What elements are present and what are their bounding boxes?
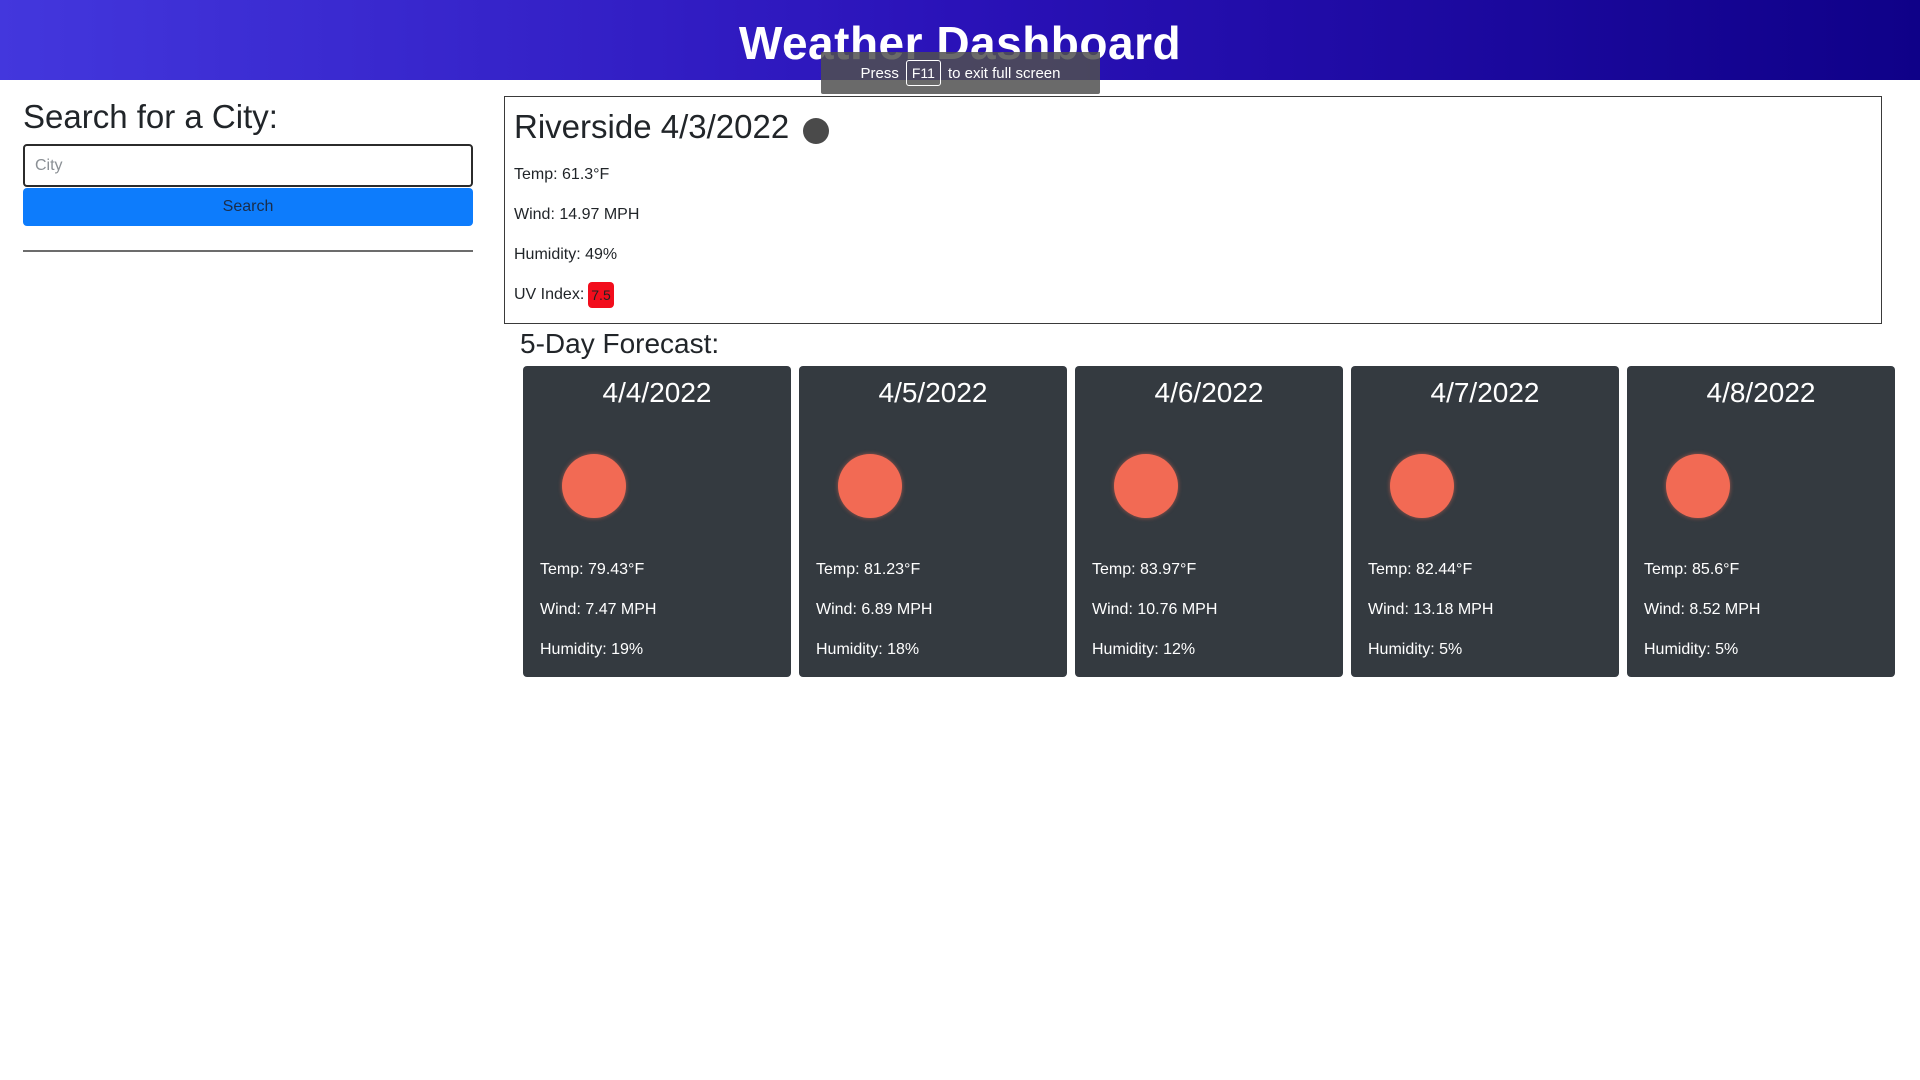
city-input[interactable] — [23, 144, 473, 187]
forecast-date: 4/7/2022 — [1430, 377, 1540, 408]
f11-key-badge: F11 — [905, 60, 941, 86]
current-stats: Temp: 61.3°F Wind: 14.97 MPH Humidity: 4… — [514, 155, 1872, 315]
sun-icon — [838, 454, 902, 518]
forecast-humidity: Humidity: 5% — [1644, 641, 1739, 658]
forecast-date: 4/6/2022 — [1154, 377, 1264, 408]
sun-icon — [1114, 454, 1178, 518]
forecast-wind: Wind: 6.89 MPH — [816, 601, 933, 618]
forecast-card: 4/6/2022 Temp: 83.97°F Wind: 10.76 MPH H… — [1075, 366, 1343, 677]
current-humidity: Humidity: 49% — [514, 246, 618, 263]
search-button[interactable]: Search — [23, 188, 473, 226]
fullscreen-notice-prefix: Press — [860, 64, 899, 82]
forecast-stats: Temp: 83.97°F Wind: 10.76 MPH Humidity: … — [1092, 550, 1217, 670]
forecast-temp: Temp: 85.6°F — [1644, 561, 1740, 578]
fullscreen-notice-suffix: to exit full screen — [947, 64, 1061, 82]
forecast-humidity: Humidity: 18% — [816, 641, 920, 658]
forecast-date: 4/4/2022 — [602, 377, 712, 408]
current-wind: Wind: 14.97 MPH — [514, 206, 640, 223]
fullscreen-notice: Press F11 to exit full screen — [821, 52, 1100, 94]
uv-index-label: UV Index: — [514, 286, 585, 303]
forecast-cards: 4/4/2022 Temp: 79.43°F Wind: 7.47 MPH Hu… — [523, 366, 1895, 677]
forecast-stats: Temp: 85.6°F Wind: 8.52 MPH Humidity: 5% — [1644, 550, 1760, 670]
uv-index-badge: 7.5 — [588, 282, 614, 308]
search-history-divider — [23, 250, 473, 252]
forecast-heading: 5-Day Forecast: — [520, 328, 720, 359]
sun-icon — [1666, 454, 1730, 518]
forecast-stats: Temp: 79.43°F Wind: 7.47 MPH Humidity: 1… — [540, 550, 656, 670]
forecast-humidity: Humidity: 19% — [540, 641, 644, 658]
forecast-wind: Wind: 8.52 MPH — [1644, 601, 1761, 618]
forecast-stats: Temp: 82.44°F Wind: 13.18 MPH Humidity: … — [1368, 550, 1493, 670]
forecast-temp: Temp: 82.44°F — [1368, 561, 1473, 578]
forecast-wind: Wind: 7.47 MPH — [540, 601, 657, 618]
forecast-card: 4/7/2022 Temp: 82.44°F Wind: 13.18 MPH H… — [1351, 366, 1619, 677]
forecast-temp: Temp: 83.97°F — [1092, 561, 1197, 578]
forecast-wind: Wind: 10.76 MPH — [1092, 601, 1218, 618]
forecast-date: 4/8/2022 — [1706, 377, 1816, 408]
current-city-date: Riverside 4/3/2022 — [514, 108, 790, 145]
sun-icon — [562, 454, 626, 518]
forecast-card: 4/4/2022 Temp: 79.43°F Wind: 7.47 MPH Hu… — [523, 366, 791, 677]
current-uv: UV Index: 7.5 — [514, 275, 1872, 315]
forecast-temp: Temp: 79.43°F — [540, 561, 645, 578]
forecast-wind: Wind: 13.18 MPH — [1368, 601, 1494, 618]
forecast-card: 4/8/2022 Temp: 85.6°F Wind: 8.52 MPH Hum… — [1627, 366, 1895, 677]
forecast-humidity: Humidity: 12% — [1092, 641, 1196, 658]
current-weather-card: Riverside 4/3/2022 Temp: 61.3°F Wind: 14… — [504, 96, 1882, 324]
search-heading: Search for a City: — [23, 98, 278, 135]
forecast-date: 4/5/2022 — [878, 377, 988, 408]
current-weather-header: Riverside 4/3/2022 — [514, 107, 1872, 147]
forecast-card: 4/5/2022 Temp: 81.23°F Wind: 6.89 MPH Hu… — [799, 366, 1067, 677]
weather-icon — [803, 118, 830, 144]
search-panel: Search for a City: Search — [23, 80, 473, 252]
sun-icon — [1390, 454, 1454, 518]
forecast-stats: Temp: 81.23°F Wind: 6.89 MPH Humidity: 1… — [816, 550, 932, 670]
forecast-humidity: Humidity: 5% — [1368, 641, 1463, 658]
current-temp: Temp: 61.3°F — [514, 166, 610, 183]
forecast-temp: Temp: 81.23°F — [816, 561, 921, 578]
